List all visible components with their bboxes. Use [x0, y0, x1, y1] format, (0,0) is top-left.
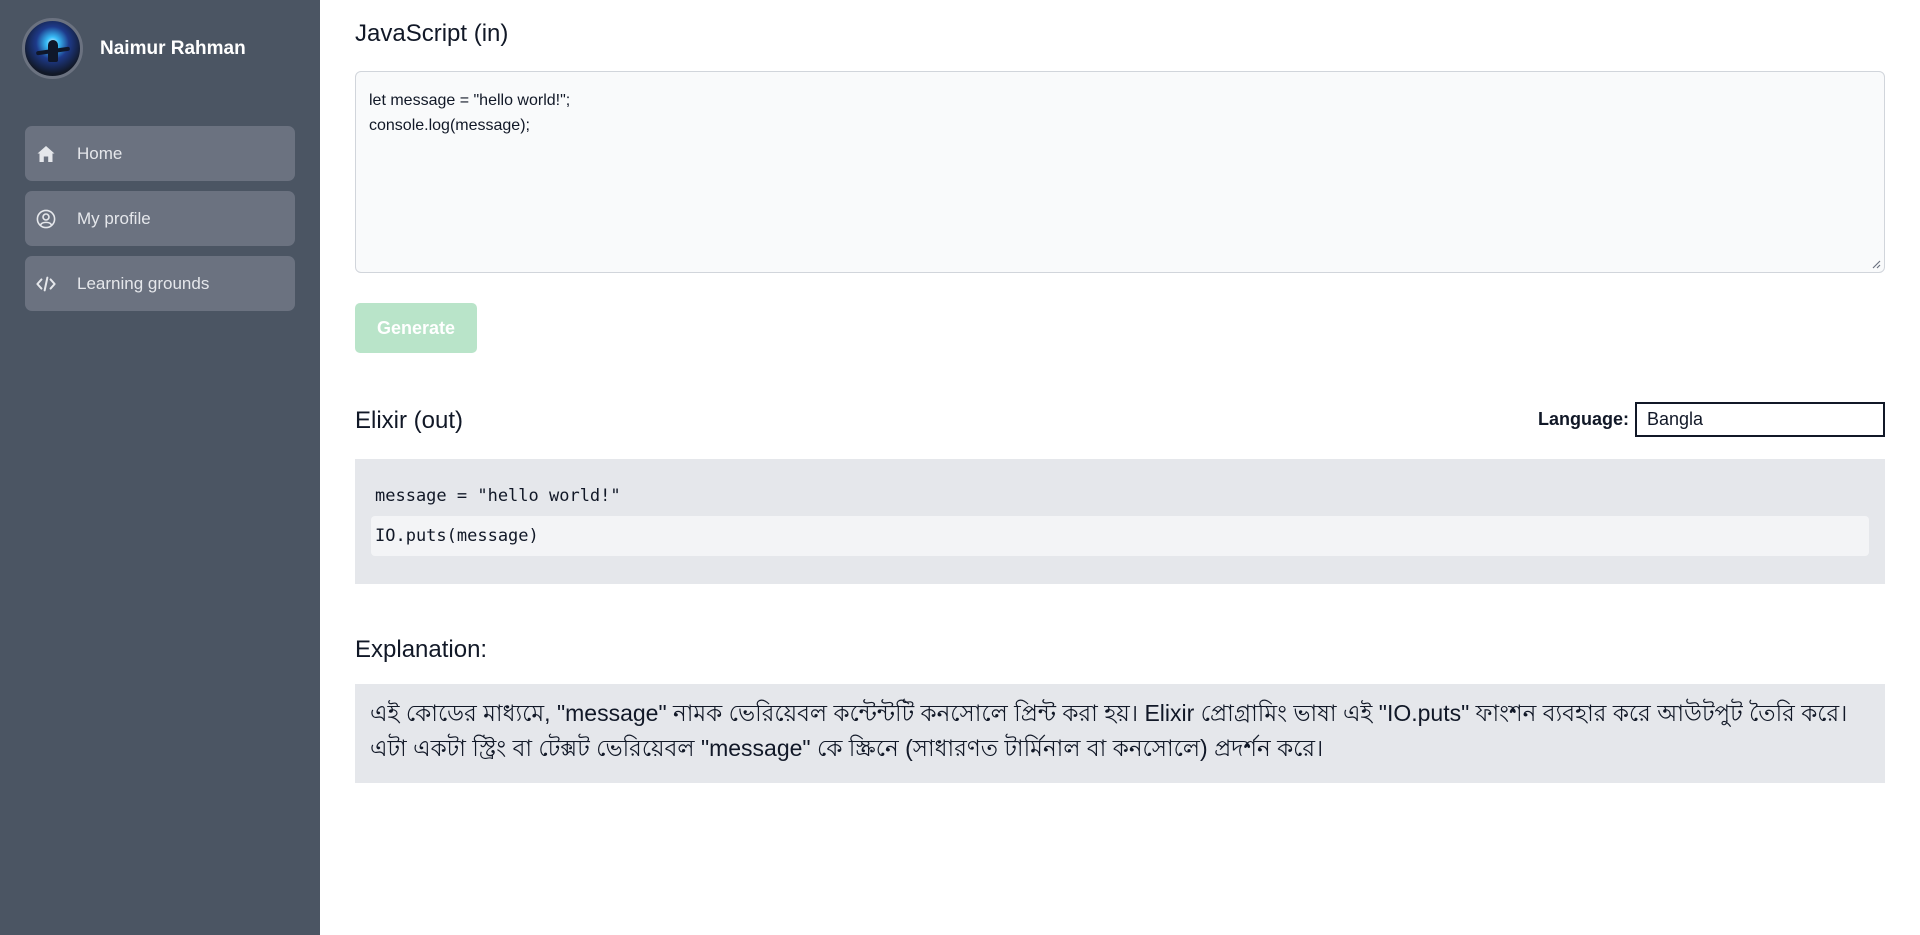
code-input-textarea[interactable]: let message = "hello world!"; console.lo… — [355, 71, 1885, 273]
user-circle-icon — [36, 209, 56, 229]
avatar[interactable] — [22, 18, 83, 79]
language-label: Language: — [1537, 409, 1629, 429]
output-title: Elixir (out) — [355, 407, 464, 434]
sidebar-item-learning-grounds[interactable]: Learning grounds — [25, 256, 295, 311]
sidebar-item-label: Learning grounds — [77, 273, 210, 293]
home-icon — [36, 144, 56, 164]
code-line: message = "hello world!" — [375, 486, 621, 506]
sidebar-nav: Home My profile Learning grounds — [25, 126, 295, 321]
code-icon — [36, 274, 56, 294]
code-output-panel: message = "hello world!" IO.puts(message… — [355, 459, 1885, 584]
code-line: IO.puts(message) — [371, 516, 1869, 556]
language-select[interactable]: Bangla — [1635, 402, 1885, 437]
user-name: Naimur Rahman — [100, 37, 246, 59]
generate-button[interactable]: Generate — [355, 303, 477, 353]
sidebar-item-label: Home — [77, 143, 123, 163]
sidebar-item-home[interactable]: Home — [25, 126, 295, 181]
profile-header: Naimur Rahman — [22, 18, 246, 79]
explanation-text: এই কোডের মাধ্যমে, "message" নামক ভেরিয়ে… — [355, 684, 1885, 783]
input-title: JavaScript (in) — [355, 20, 509, 47]
explanation-title: Explanation: — [355, 636, 488, 663]
sidebar-item-label: My profile — [77, 208, 151, 228]
language-selector: Language: Bangla — [1538, 402, 1885, 437]
sidebar: Naimur Rahman Home My profile Learning g… — [0, 0, 320, 935]
resize-handle-icon[interactable] — [1871, 259, 1881, 269]
sidebar-item-my-profile[interactable]: My profile — [25, 191, 295, 246]
language-value: Bangla — [1647, 409, 1704, 429]
